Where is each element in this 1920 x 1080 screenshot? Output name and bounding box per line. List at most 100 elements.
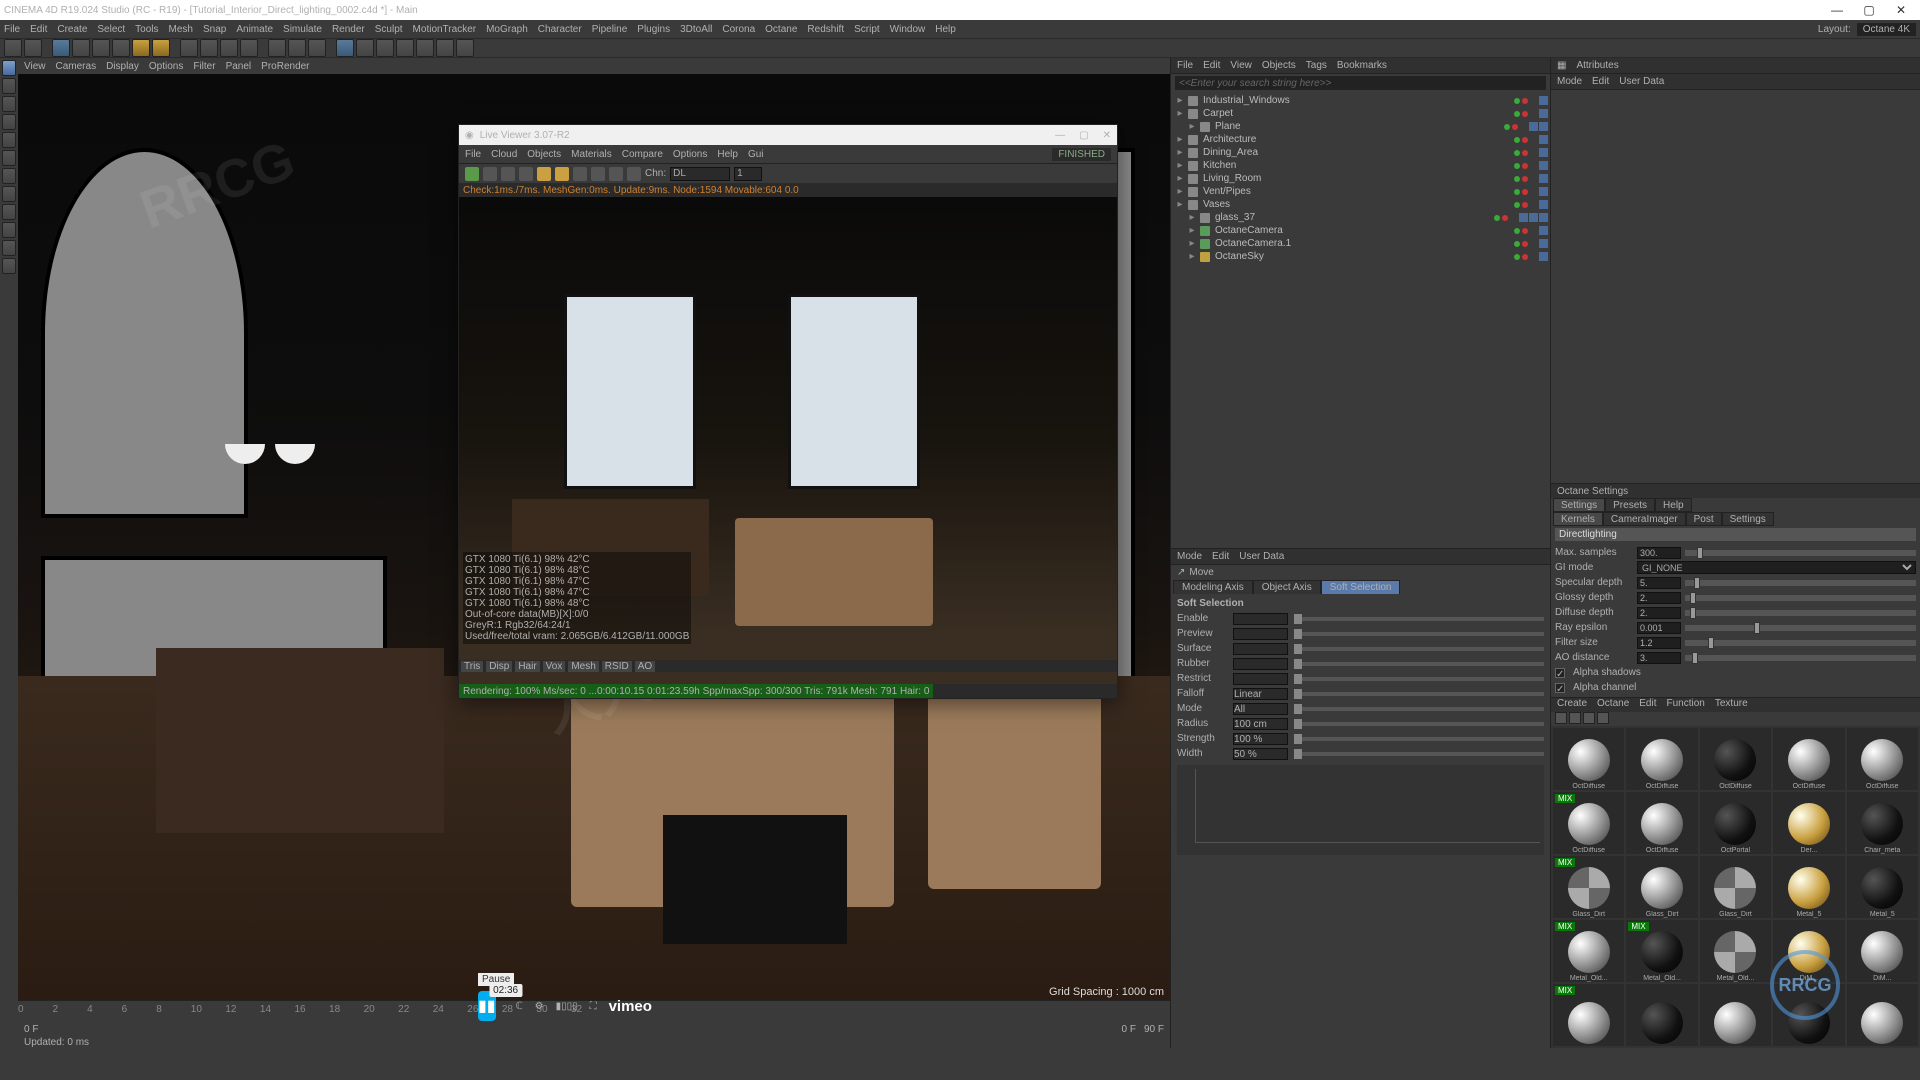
object-tag[interactable] — [1539, 187, 1548, 196]
lv-focus-icon[interactable] — [609, 167, 623, 181]
material-cell[interactable]: OctDiffuse — [1847, 728, 1918, 790]
visibility-editor-dot[interactable] — [1514, 111, 1520, 117]
material-cell[interactable]: MIXOctDiffuse — [1553, 792, 1624, 854]
param-field[interactable] — [1233, 673, 1288, 685]
lv-reload-icon[interactable] — [483, 167, 497, 181]
param-slider[interactable] — [1294, 662, 1544, 666]
object-row[interactable]: ▸Vases — [1171, 198, 1550, 211]
toolbar-light[interactable] — [456, 39, 474, 57]
visibility-editor-dot[interactable] — [1514, 163, 1520, 169]
expand-icon[interactable]: ▸ — [1175, 108, 1185, 119]
object-name[interactable]: Architecture — [1201, 134, 1511, 145]
param-field[interactable]: 100 cm — [1233, 718, 1288, 730]
param-field[interactable] — [1233, 658, 1288, 670]
vp-menu-filter[interactable]: Filter — [193, 61, 215, 72]
object-name[interactable]: Dining_Area — [1201, 147, 1511, 158]
object-row[interactable]: ▸Industrial_Windows — [1171, 94, 1550, 107]
visibility-render-dot[interactable] — [1522, 137, 1528, 143]
expand-icon[interactable]: ▸ — [1187, 225, 1197, 236]
attr-menu[interactable]: Edit — [1592, 76, 1609, 87]
param-value[interactable]: 5. — [1637, 577, 1681, 589]
menu-sculpt[interactable]: Sculpt — [375, 24, 403, 35]
expand-icon[interactable]: ▸ — [1187, 212, 1197, 223]
lv-menu-help[interactable]: Help — [717, 149, 738, 160]
lv-menu-cloud[interactable]: Cloud — [491, 149, 517, 160]
toolbar-render-settings[interactable] — [308, 39, 326, 57]
range-start[interactable]: 0 F — [24, 1024, 38, 1035]
toolbar-env[interactable] — [416, 39, 434, 57]
toolbar-redo[interactable] — [24, 39, 42, 57]
param-slider[interactable] — [1685, 550, 1916, 556]
lv-tab-hair[interactable]: Hair — [515, 661, 539, 672]
param-field[interactable]: Linear — [1233, 688, 1288, 700]
menu-motiontracker[interactable]: MotionTracker — [413, 24, 477, 35]
mode-point[interactable] — [2, 114, 16, 130]
mat-menu[interactable]: Octane — [1597, 698, 1629, 712]
attr-menu[interactable]: Mode — [1557, 76, 1582, 87]
mode-model[interactable] — [2, 60, 16, 76]
toolbar-rotate[interactable] — [112, 39, 130, 57]
menu-select[interactable]: Select — [97, 24, 125, 35]
menu-redshift[interactable]: Redshift — [807, 24, 844, 35]
param-slider[interactable] — [1294, 677, 1544, 681]
material-cell[interactable]: DiM... — [1847, 920, 1918, 982]
menu-corona[interactable]: Corona — [722, 24, 755, 35]
object-tag[interactable] — [1539, 161, 1548, 170]
toolbar-z-axis[interactable] — [220, 39, 238, 57]
window-minimize[interactable]: — — [1822, 1, 1852, 19]
expand-icon[interactable]: ▸ — [1175, 186, 1185, 197]
visibility-editor-dot[interactable] — [1514, 176, 1520, 182]
range-end[interactable]: 90 F — [1144, 1024, 1164, 1035]
obj-menu-view[interactable]: View — [1230, 60, 1252, 71]
object-tag[interactable] — [1539, 122, 1548, 131]
range-cur[interactable]: 0 F — [1122, 1024, 1136, 1035]
lv-pause-icon[interactable] — [501, 167, 515, 181]
lv-chn-field[interactable] — [670, 167, 730, 181]
lv-menu-options[interactable]: Options — [673, 149, 707, 160]
visibility-editor-dot[interactable] — [1514, 202, 1520, 208]
param-field[interactable] — [1233, 613, 1288, 625]
object-name[interactable]: Plane — [1213, 121, 1501, 132]
expand-icon[interactable]: ▸ — [1187, 238, 1197, 249]
mat-tool-4[interactable] — [1597, 712, 1609, 724]
toolbar-lock[interactable] — [152, 39, 170, 57]
object-row[interactable]: ▸Carpet — [1171, 107, 1550, 120]
object-name[interactable]: OctaneSky — [1213, 251, 1511, 262]
layout-value[interactable]: Octane 4K — [1857, 23, 1916, 36]
lv-chn-num[interactable] — [734, 167, 762, 181]
lv-settings-icon[interactable] — [537, 167, 551, 181]
falloff-graph[interactable] — [1177, 765, 1544, 855]
visibility-render-dot[interactable] — [1522, 163, 1528, 169]
material-cell[interactable] — [1626, 984, 1697, 1046]
lv-menu-gui[interactable]: Gui — [748, 149, 764, 160]
toolbar-camera[interactable] — [436, 39, 454, 57]
menu-animate[interactable]: Animate — [236, 24, 273, 35]
visibility-editor-dot[interactable] — [1494, 215, 1500, 221]
material-cell[interactable]: Glass_Dirt — [1700, 856, 1771, 918]
object-row[interactable]: ▸Architecture — [1171, 133, 1550, 146]
object-name[interactable]: Industrial_Windows — [1201, 95, 1511, 106]
menu-tools[interactable]: Tools — [135, 24, 158, 35]
mode-texture[interactable] — [2, 96, 16, 112]
material-cell[interactable]: MIXMetal_Old... — [1553, 920, 1624, 982]
material-cell[interactable]: MIXMetal_Old... — [1626, 920, 1697, 982]
object-row[interactable]: ▸Plane — [1171, 120, 1550, 133]
menu-script[interactable]: Script — [854, 24, 880, 35]
coord-menu-edit[interactable]: Edit — [1212, 551, 1229, 562]
visibility-render-dot[interactable] — [1522, 228, 1528, 234]
material-cell[interactable] — [1700, 984, 1771, 1046]
param-slider[interactable] — [1294, 737, 1544, 741]
obj-menu-bookmarks[interactable]: Bookmarks — [1337, 60, 1387, 71]
object-name[interactable]: Vases — [1201, 199, 1511, 210]
window-maximize[interactable]: ▢ — [1854, 1, 1884, 19]
object-tag[interactable] — [1539, 213, 1548, 222]
lv-tab-disp[interactable]: Disp — [486, 661, 512, 672]
coord-tab[interactable]: Soft Selection — [1321, 580, 1401, 594]
param-value[interactable]: 300. — [1637, 547, 1681, 559]
lv-clay-icon[interactable] — [573, 167, 587, 181]
menu-render[interactable]: Render — [332, 24, 365, 35]
object-row[interactable]: ▸glass_37 — [1171, 211, 1550, 224]
object-search[interactable]: <<Enter your search string here>> — [1175, 76, 1546, 90]
mat-tool-3[interactable] — [1583, 712, 1595, 724]
menu-window[interactable]: Window — [890, 24, 926, 35]
